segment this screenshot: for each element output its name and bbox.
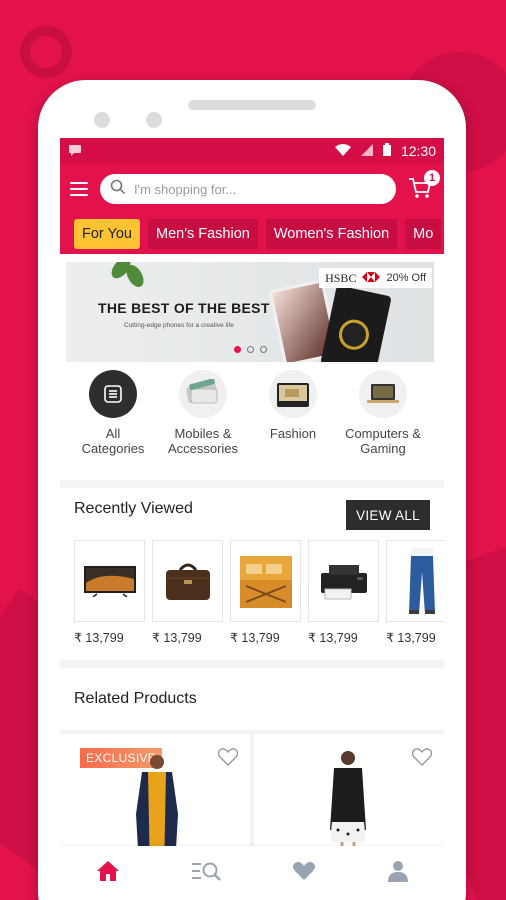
wishlist-icon[interactable] bbox=[292, 861, 316, 886]
banner-title: THE BEST OF THE BEST bbox=[98, 300, 270, 316]
app-screen: 12:30 1 For You Men's Fashion Women's Fa… bbox=[60, 138, 444, 900]
view-all-button[interactable]: VIEW ALL bbox=[346, 500, 430, 530]
related-products-section: Related Products bbox=[60, 668, 444, 730]
category-label: All Categories bbox=[81, 426, 145, 456]
bg-decoration bbox=[20, 26, 72, 78]
list-icon bbox=[89, 370, 137, 418]
tab-for-you[interactable]: For You bbox=[74, 219, 140, 249]
tab-mens-fashion[interactable]: Men's Fashion bbox=[148, 219, 258, 249]
laptop-icon bbox=[359, 370, 407, 418]
signal-icon bbox=[360, 143, 373, 159]
category-label: H bbox=[425, 426, 444, 441]
status-time: 12:30 bbox=[400, 143, 436, 159]
carousel-dots bbox=[234, 346, 267, 353]
product-card[interactable]: ₹ 13,799 bbox=[152, 540, 223, 645]
category-list: All Categories Mobiles & Accessories Fas… bbox=[60, 360, 444, 480]
category-tabs: For You Men's Fashion Women's Fashion Mo bbox=[60, 214, 444, 254]
hsbc-logo-icon bbox=[362, 271, 381, 285]
recent-items-list: ₹ 13,799 ₹ 13,799 ₹ 13,799 ₹ 13,799 ₹ 13… bbox=[74, 540, 444, 645]
wishlist-heart-icon[interactable] bbox=[411, 748, 433, 771]
product-price: ₹ 13,799 bbox=[230, 631, 280, 645]
phone-product-image bbox=[320, 285, 392, 362]
bottom-navigation bbox=[60, 846, 444, 900]
menu-icon[interactable] bbox=[70, 182, 88, 196]
profile-icon[interactable] bbox=[387, 860, 409, 887]
category-label: Fashion bbox=[269, 426, 317, 441]
kurti-product-image bbox=[328, 750, 368, 860]
category-fashion[interactable]: Fashion bbox=[248, 370, 338, 480]
product-card[interactable]: ₹ 13,799 bbox=[230, 540, 301, 645]
printer-product-image bbox=[308, 540, 379, 622]
wishlist-heart-icon[interactable] bbox=[217, 748, 239, 771]
phone-sensor bbox=[146, 112, 162, 128]
offer-text: 20% Off bbox=[386, 272, 426, 284]
bedsheet-product-image bbox=[230, 540, 301, 622]
category-computers[interactable]: Computers & Gaming bbox=[338, 370, 428, 480]
jeans-product-image bbox=[386, 540, 444, 622]
promo-banner[interactable]: THE BEST OF THE BEST Cutting-edge phones… bbox=[66, 262, 434, 362]
product-card[interactable]: ₹ 13,799 bbox=[74, 540, 145, 645]
leaf-decoration bbox=[122, 262, 148, 290]
product-card[interactable]: ₹ 13,799 bbox=[386, 540, 444, 645]
cart-icon bbox=[408, 178, 432, 204]
tv-product-image bbox=[74, 540, 145, 622]
carousel-dot[interactable] bbox=[260, 346, 267, 353]
home-icon[interactable] bbox=[96, 860, 120, 887]
category-label: Mobiles & Accessories bbox=[167, 426, 239, 456]
product-price: ₹ 13,799 bbox=[386, 631, 436, 645]
notification-icon bbox=[68, 143, 82, 159]
search-icon bbox=[110, 179, 126, 200]
cart-button[interactable]: 1 bbox=[408, 170, 440, 204]
cart-count-badge: 1 bbox=[424, 170, 440, 186]
phones-icon bbox=[179, 370, 227, 418]
search-list-icon[interactable] bbox=[191, 860, 221, 887]
search-input[interactable] bbox=[134, 181, 386, 197]
status-bar: 12:30 bbox=[60, 138, 444, 164]
search-bar[interactable] bbox=[100, 174, 396, 204]
offer-tag: HSBC 20% Off bbox=[319, 268, 432, 288]
product-price: ₹ 13,799 bbox=[308, 631, 358, 645]
category-home[interactable]: H bbox=[428, 370, 444, 480]
bag-product-image bbox=[152, 540, 223, 622]
wifi-icon bbox=[334, 143, 351, 159]
tab-womens-fashion[interactable]: Women's Fashion bbox=[265, 219, 398, 249]
banner-subtitle: Cutting-edge phones for a creative life bbox=[124, 322, 234, 329]
app-header: 1 bbox=[60, 164, 444, 214]
product-card[interactable]: ₹ 13,799 bbox=[308, 540, 379, 645]
banner-container: THE BEST OF THE BEST Cutting-edge phones… bbox=[60, 254, 444, 362]
phone-speaker bbox=[188, 100, 316, 110]
category-label: Computers & Gaming bbox=[345, 426, 421, 456]
product-price: ₹ 13,799 bbox=[152, 631, 202, 645]
tab-more[interactable]: Mo bbox=[405, 219, 442, 249]
wallet-icon bbox=[269, 370, 317, 418]
product-price: ₹ 13,799 bbox=[74, 631, 124, 645]
battery-icon bbox=[382, 143, 391, 159]
recently-viewed-section: Recently Viewed VIEW ALL ₹ 13,799 ₹ 13,7… bbox=[60, 488, 444, 660]
phone-camera bbox=[94, 112, 110, 128]
category-mobiles[interactable]: Mobiles & Accessories bbox=[158, 370, 248, 480]
category-all[interactable]: All Categories bbox=[68, 370, 158, 480]
brand-logo: HSBC bbox=[325, 270, 357, 285]
carousel-dot[interactable] bbox=[234, 346, 241, 353]
section-title: Related Products bbox=[74, 690, 197, 707]
carousel-dot[interactable] bbox=[247, 346, 254, 353]
